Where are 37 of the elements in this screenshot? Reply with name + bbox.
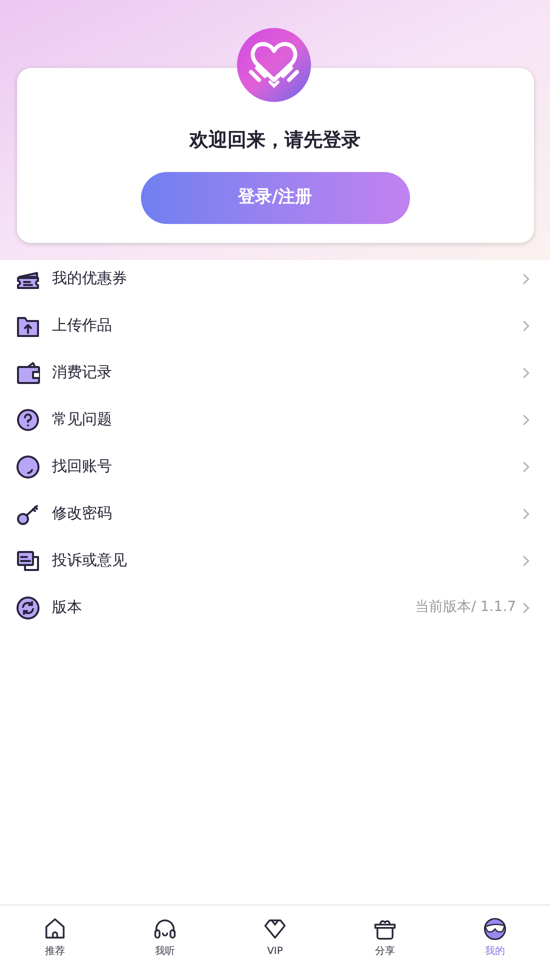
nav-tab[interactable]: 推荐 xyxy=(0,906,110,968)
menu-item[interactable]: 消费记录 xyxy=(0,349,550,396)
menu-item[interactable]: 投诉或意见 xyxy=(0,537,550,584)
chevron-right-icon xyxy=(522,318,530,332)
chevron-right-icon xyxy=(522,272,530,286)
chat-icon xyxy=(16,548,40,572)
nav-tab[interactable]: 我的 xyxy=(440,906,550,968)
refresh-icon xyxy=(16,596,40,620)
menu-item[interactable]: 常见问题 xyxy=(0,396,550,443)
menu-label: 投诉或意见 xyxy=(52,550,127,572)
menu-label: 我的优惠券 xyxy=(52,268,127,290)
menu-label: 上传作品 xyxy=(52,315,112,336)
menu-item[interactable]: 版本 当前版本/ 1.1.7 xyxy=(0,584,550,631)
menu-item[interactable]: 我的优惠券 xyxy=(0,255,550,302)
menu-item[interactable]: 找回账号 xyxy=(0,443,550,490)
chevron-right-icon xyxy=(522,506,530,520)
chevron-right-icon xyxy=(522,554,530,568)
circle-icon xyxy=(16,454,40,478)
menu-label: 常见问题 xyxy=(52,409,112,430)
question-icon xyxy=(16,408,40,432)
chevron-right-icon xyxy=(522,460,530,474)
chevron-right-icon xyxy=(522,412,530,426)
profile-icon xyxy=(482,916,508,942)
menu-label: 消费记录 xyxy=(52,362,112,384)
nav-tab[interactable]: 我听 xyxy=(110,906,220,968)
version-text: 当前版本/ 1.1.7 xyxy=(415,598,516,617)
wallet-icon xyxy=(16,360,40,384)
chevron-right-icon xyxy=(522,366,530,380)
menu-item[interactable]: 修改密码 xyxy=(0,490,550,537)
nav-tab[interactable]: VIP xyxy=(220,906,330,968)
nav-tab[interactable]: 分享 xyxy=(330,906,440,968)
menu-label: 版本 xyxy=(52,597,82,618)
welcome-message: 欢迎回来，请先登录 xyxy=(190,128,360,153)
chevron-right-icon xyxy=(522,600,530,614)
menu-label: 修改密码 xyxy=(52,503,112,524)
menu-label: 找回账号 xyxy=(52,456,112,478)
menu-item[interactable]: 上传作品 xyxy=(0,302,550,349)
